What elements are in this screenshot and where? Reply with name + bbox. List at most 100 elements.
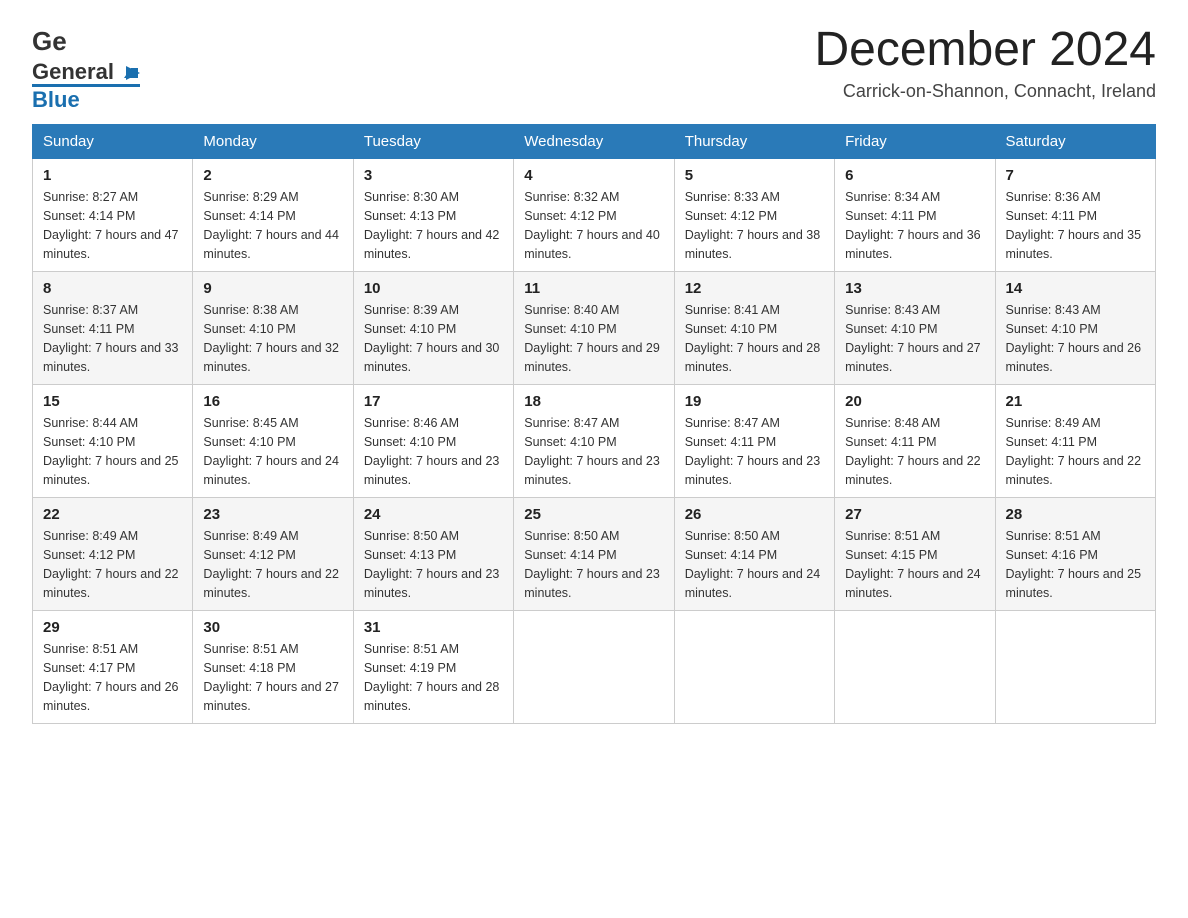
day-info: Sunrise: 8:33 AMSunset: 4:12 PMDaylight:… [685, 190, 821, 260]
day-info: Sunrise: 8:49 AMSunset: 4:12 PMDaylight:… [203, 529, 339, 599]
calendar-week-row: 1 Sunrise: 8:27 AMSunset: 4:14 PMDayligh… [33, 159, 1156, 272]
day-number: 20 [845, 393, 984, 410]
day-number: 31 [364, 619, 503, 636]
day-number: 16 [203, 393, 342, 410]
calendar-cell: 24 Sunrise: 8:50 AMSunset: 4:13 PMDaylig… [353, 498, 513, 611]
calendar-cell: 1 Sunrise: 8:27 AMSunset: 4:14 PMDayligh… [33, 159, 193, 272]
day-info: Sunrise: 8:45 AMSunset: 4:10 PMDaylight:… [203, 416, 339, 486]
day-info: Sunrise: 8:43 AMSunset: 4:10 PMDaylight:… [845, 303, 981, 373]
day-info: Sunrise: 8:30 AMSunset: 4:13 PMDaylight:… [364, 190, 500, 260]
calendar-cell: 12 Sunrise: 8:41 AMSunset: 4:10 PMDaylig… [674, 272, 834, 385]
day-number: 14 [1006, 280, 1145, 297]
calendar-cell: 3 Sunrise: 8:30 AMSunset: 4:13 PMDayligh… [353, 159, 513, 272]
calendar-cell: 4 Sunrise: 8:32 AMSunset: 4:12 PMDayligh… [514, 159, 674, 272]
day-number: 21 [1006, 393, 1145, 410]
day-number: 4 [524, 167, 663, 184]
day-info: Sunrise: 8:50 AMSunset: 4:14 PMDaylight:… [524, 529, 660, 599]
day-number: 7 [1006, 167, 1145, 184]
day-info: Sunrise: 8:49 AMSunset: 4:12 PMDaylight:… [43, 529, 179, 599]
calendar-cell: 30 Sunrise: 8:51 AMSunset: 4:18 PMDaylig… [193, 611, 353, 724]
weekday-header-thursday: Thursday [674, 125, 834, 159]
calendar-table: SundayMondayTuesdayWednesdayThursdayFrid… [32, 124, 1156, 724]
calendar-cell: 7 Sunrise: 8:36 AMSunset: 4:11 PMDayligh… [995, 159, 1155, 272]
calendar-week-row: 29 Sunrise: 8:51 AMSunset: 4:17 PMDaylig… [33, 611, 1156, 724]
day-info: Sunrise: 8:43 AMSunset: 4:10 PMDaylight:… [1006, 303, 1142, 373]
day-info: Sunrise: 8:47 AMSunset: 4:11 PMDaylight:… [685, 416, 821, 486]
calendar-cell: 14 Sunrise: 8:43 AMSunset: 4:10 PMDaylig… [995, 272, 1155, 385]
logo-blue-text: Blue [32, 84, 140, 112]
day-info: Sunrise: 8:39 AMSunset: 4:10 PMDaylight:… [364, 303, 500, 373]
day-number: 2 [203, 167, 342, 184]
day-number: 17 [364, 393, 503, 410]
calendar-cell: 10 Sunrise: 8:39 AMSunset: 4:10 PMDaylig… [353, 272, 513, 385]
calendar-cell: 8 Sunrise: 8:37 AMSunset: 4:11 PMDayligh… [33, 272, 193, 385]
day-info: Sunrise: 8:51 AMSunset: 4:16 PMDaylight:… [1006, 529, 1142, 599]
day-number: 23 [203, 506, 342, 523]
calendar-cell: 6 Sunrise: 8:34 AMSunset: 4:11 PMDayligh… [835, 159, 995, 272]
calendar-cell: 5 Sunrise: 8:33 AMSunset: 4:12 PMDayligh… [674, 159, 834, 272]
day-number: 25 [524, 506, 663, 523]
calendar-week-row: 8 Sunrise: 8:37 AMSunset: 4:11 PMDayligh… [33, 272, 1156, 385]
logo-icon: General [32, 24, 68, 60]
day-info: Sunrise: 8:41 AMSunset: 4:10 PMDaylight:… [685, 303, 821, 373]
day-number: 24 [364, 506, 503, 523]
day-info: Sunrise: 8:47 AMSunset: 4:10 PMDaylight:… [524, 416, 660, 486]
weekday-header-saturday: Saturday [995, 125, 1155, 159]
calendar-cell: 11 Sunrise: 8:40 AMSunset: 4:10 PMDaylig… [514, 272, 674, 385]
weekday-header-sunday: Sunday [33, 125, 193, 159]
calendar-week-row: 22 Sunrise: 8:49 AMSunset: 4:12 PMDaylig… [33, 498, 1156, 611]
day-info: Sunrise: 8:51 AMSunset: 4:17 PMDaylight:… [43, 642, 179, 712]
weekday-header-monday: Monday [193, 125, 353, 159]
day-info: Sunrise: 8:27 AMSunset: 4:14 PMDaylight:… [43, 190, 179, 260]
day-info: Sunrise: 8:51 AMSunset: 4:18 PMDaylight:… [203, 642, 339, 712]
calendar-week-row: 15 Sunrise: 8:44 AMSunset: 4:10 PMDaylig… [33, 385, 1156, 498]
calendar-cell: 18 Sunrise: 8:47 AMSunset: 4:10 PMDaylig… [514, 385, 674, 498]
day-info: Sunrise: 8:50 AMSunset: 4:14 PMDaylight:… [685, 529, 821, 599]
day-number: 8 [43, 280, 182, 297]
calendar-cell: 22 Sunrise: 8:49 AMSunset: 4:12 PMDaylig… [33, 498, 193, 611]
calendar-cell: 27 Sunrise: 8:51 AMSunset: 4:15 PMDaylig… [835, 498, 995, 611]
logo: General General Blue [32, 24, 140, 112]
day-info: Sunrise: 8:51 AMSunset: 4:15 PMDaylight:… [845, 529, 981, 599]
day-info: Sunrise: 8:32 AMSunset: 4:12 PMDaylight:… [524, 190, 660, 260]
day-info: Sunrise: 8:37 AMSunset: 4:11 PMDaylight:… [43, 303, 179, 373]
calendar-cell: 26 Sunrise: 8:50 AMSunset: 4:14 PMDaylig… [674, 498, 834, 611]
calendar-cell: 21 Sunrise: 8:49 AMSunset: 4:11 PMDaylig… [995, 385, 1155, 498]
weekday-header-row: SundayMondayTuesdayWednesdayThursdayFrid… [33, 125, 1156, 159]
day-number: 10 [364, 280, 503, 297]
day-number: 28 [1006, 506, 1145, 523]
calendar-cell: 15 Sunrise: 8:44 AMSunset: 4:10 PMDaylig… [33, 385, 193, 498]
location-text: Carrick-on-Shannon, Connacht, Ireland [814, 81, 1156, 102]
day-number: 30 [203, 619, 342, 636]
calendar-cell: 25 Sunrise: 8:50 AMSunset: 4:14 PMDaylig… [514, 498, 674, 611]
day-number: 13 [845, 280, 984, 297]
day-info: Sunrise: 8:34 AMSunset: 4:11 PMDaylight:… [845, 190, 981, 260]
day-number: 15 [43, 393, 182, 410]
calendar-cell [514, 611, 674, 724]
day-number: 27 [845, 506, 984, 523]
calendar-cell: 16 Sunrise: 8:45 AMSunset: 4:10 PMDaylig… [193, 385, 353, 498]
calendar-cell [995, 611, 1155, 724]
calendar-cell: 9 Sunrise: 8:38 AMSunset: 4:10 PMDayligh… [193, 272, 353, 385]
calendar-cell: 17 Sunrise: 8:46 AMSunset: 4:10 PMDaylig… [353, 385, 513, 498]
title-block: December 2024 Carrick-on-Shannon, Connac… [814, 24, 1156, 102]
day-number: 3 [364, 167, 503, 184]
svg-text:General: General [32, 26, 68, 56]
day-info: Sunrise: 8:48 AMSunset: 4:11 PMDaylight:… [845, 416, 981, 486]
calendar-cell: 31 Sunrise: 8:51 AMSunset: 4:19 PMDaylig… [353, 611, 513, 724]
day-number: 5 [685, 167, 824, 184]
day-info: Sunrise: 8:51 AMSunset: 4:19 PMDaylight:… [364, 642, 500, 712]
calendar-cell: 2 Sunrise: 8:29 AMSunset: 4:14 PMDayligh… [193, 159, 353, 272]
day-number: 19 [685, 393, 824, 410]
day-info: Sunrise: 8:44 AMSunset: 4:10 PMDaylight:… [43, 416, 179, 486]
day-number: 9 [203, 280, 342, 297]
day-info: Sunrise: 8:36 AMSunset: 4:11 PMDaylight:… [1006, 190, 1142, 260]
day-number: 12 [685, 280, 824, 297]
day-info: Sunrise: 8:50 AMSunset: 4:13 PMDaylight:… [364, 529, 500, 599]
month-title: December 2024 [814, 24, 1156, 77]
weekday-header-tuesday: Tuesday [353, 125, 513, 159]
calendar-cell: 13 Sunrise: 8:43 AMSunset: 4:10 PMDaylig… [835, 272, 995, 385]
page-header: General General Blue December 2024 Carri… [32, 24, 1156, 112]
calendar-cell: 28 Sunrise: 8:51 AMSunset: 4:16 PMDaylig… [995, 498, 1155, 611]
weekday-header-friday: Friday [835, 125, 995, 159]
